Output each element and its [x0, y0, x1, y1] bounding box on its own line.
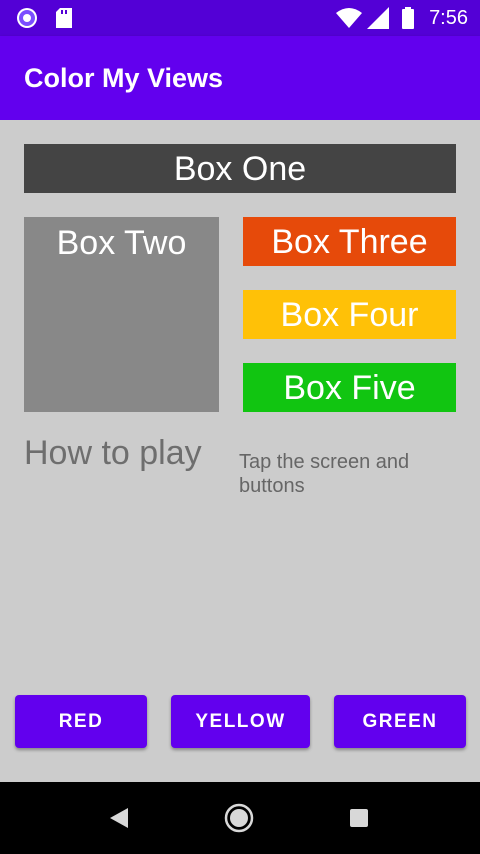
- sd-card-icon: [54, 0, 74, 36]
- status-bar: 7:56: [0, 0, 480, 36]
- main-content[interactable]: Box One Box Two Box Three Box Four Box F…: [0, 120, 480, 782]
- box-four[interactable]: Box Four: [243, 290, 456, 339]
- green-button[interactable]: GREEN: [334, 695, 466, 748]
- back-icon[interactable]: [89, 782, 149, 854]
- box-one[interactable]: Box One: [24, 144, 456, 193]
- box-two[interactable]: Box Two: [24, 217, 219, 412]
- battery-icon: [400, 0, 416, 36]
- red-button[interactable]: RED: [15, 695, 147, 748]
- app-title: Color My Views: [24, 63, 224, 93]
- wifi-icon: [336, 0, 362, 36]
- app-bar: Color My Views: [0, 36, 480, 120]
- navigation-bar: [0, 782, 480, 854]
- info-text[interactable]: Tap the screen and buttons: [239, 450, 439, 498]
- box-five[interactable]: Box Five: [243, 363, 456, 412]
- yellow-button[interactable]: YELLOW: [171, 695, 310, 748]
- how-to-play-label[interactable]: How to play: [24, 434, 202, 473]
- signal-icon: [366, 0, 390, 36]
- box-three[interactable]: Box Three: [243, 217, 456, 266]
- spinner-icon: [15, 0, 39, 36]
- recents-icon[interactable]: [329, 782, 389, 854]
- status-time: 7:56: [429, 7, 468, 29]
- home-icon[interactable]: [209, 782, 269, 854]
